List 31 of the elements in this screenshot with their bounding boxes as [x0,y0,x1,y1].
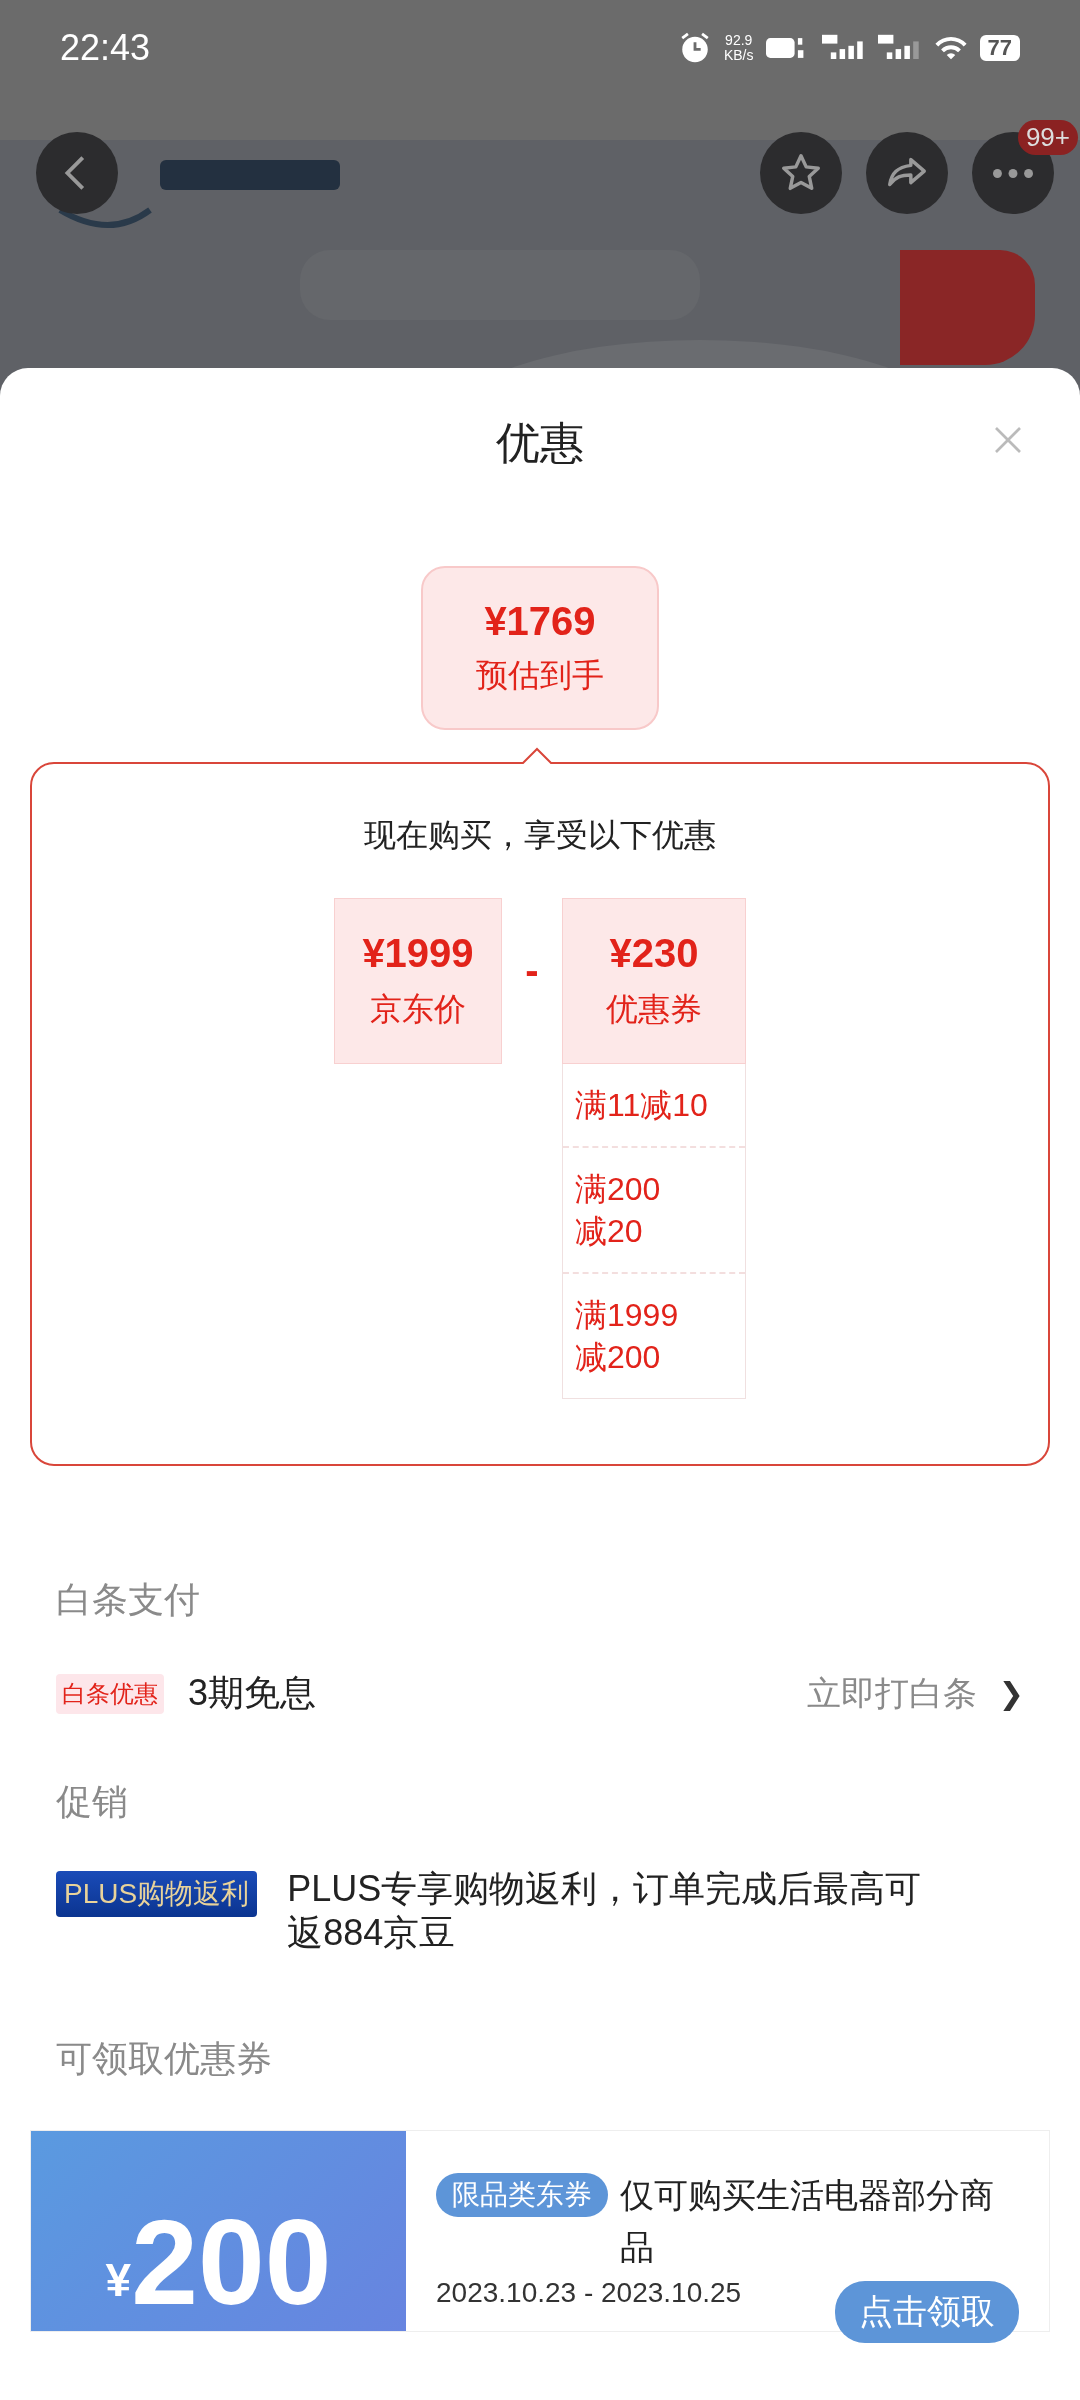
coupon-dates: 2023.10.23 - 2023.10.25 [436,2277,742,2309]
base-price: ¥1999 [362,930,474,976]
currency-sign: ¥ [105,2254,132,2307]
status-time: 22:43 [60,27,151,69]
coupon-rule: 满1999 减200 [574,1296,680,1377]
network-speed: 92.9 KB/s [723,33,754,63]
discount-label: 优惠券 [606,989,702,1029]
coupon-description: 仅可购买生活电器部分商品 [620,2175,995,2268]
battery-level: 77 [979,35,1020,61]
base-label: 京东价 [370,989,466,1029]
breakdown-heading: 现在购买，享受以下优惠 [364,816,716,855]
more-icon [993,168,1033,178]
promotion-text: PLUS专享购物返利，订单完成后最高可返884京豆 [287,1867,923,1955]
section-title: 促销 [56,1780,129,1824]
sheet-title: 优惠 [496,416,584,469]
section-title: 白条支付 [56,1578,201,1622]
estimate-label: 预估到手 [476,655,604,695]
baitiao-link[interactable]: 立即打白条 [806,1670,977,1717]
coupon-rule: 满11减10 [563,1064,745,1148]
claim-button[interactable]: 点击领取 [835,2281,1019,2343]
baitiao-tag: 白条优惠 [56,1673,164,1714]
section-title: 可领取优惠券 [56,2037,273,2081]
installment-text: 3期免息 [188,1671,318,1715]
coupon-rule: 满200 减20 [563,1148,745,1274]
estimate-price: ¥1769 [484,598,596,644]
discount-amount: ¥230 [609,930,699,976]
plus-tag: PLUS购物返利 [56,1871,258,1917]
coupon-amount: 200 [131,2197,332,2327]
coupon-tag: 限品类东券 [436,2173,608,2217]
chevron-icon: ❯ [998,1676,1024,1711]
minus-sign: - [524,948,540,993]
